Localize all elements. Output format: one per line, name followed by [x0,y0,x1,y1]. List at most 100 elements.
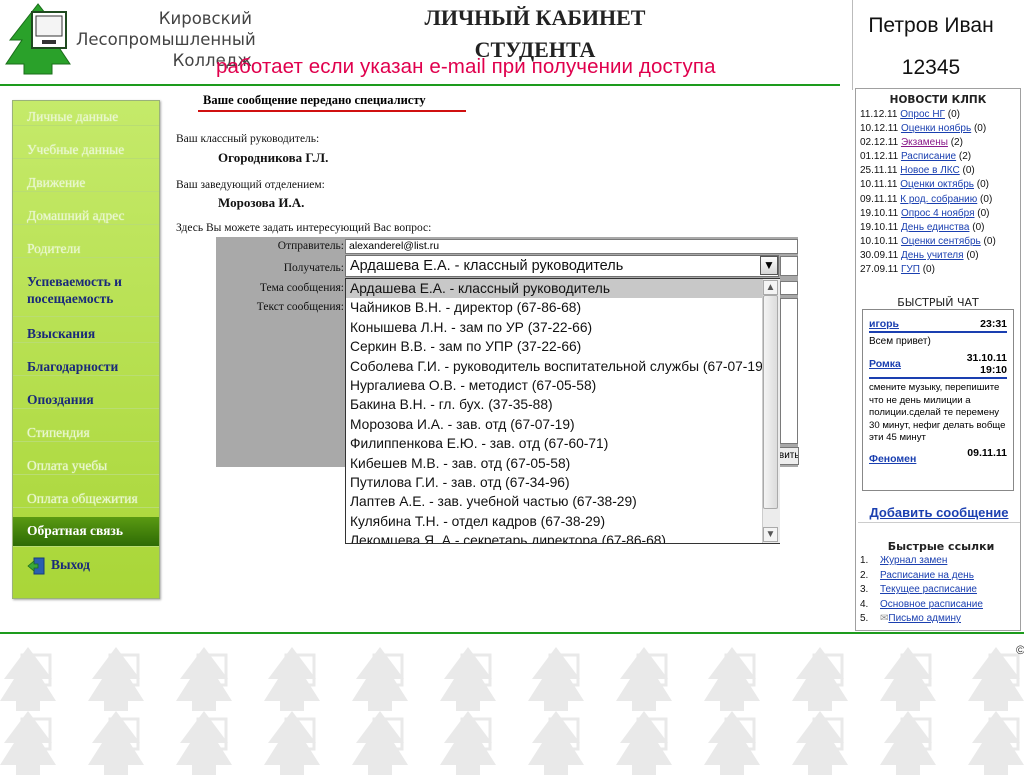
chat-author[interactable]: Феномен [869,453,916,465]
chevron-down-icon[interactable]: ▼ [760,256,778,275]
recipient-select[interactable]: Ардашева Е.А. - классный руководитель [345,255,779,277]
sidebar-item-parents[interactable]: Родители [13,240,159,258]
watermark-tree-icon [616,647,672,711]
sidebar-item-lateness[interactable]: Опоздания [13,391,159,409]
news-link[interactable]: Оценки ноябрь [901,123,971,134]
news-link[interactable]: Опрос 4 ноября [901,208,975,219]
watermark-tree-icon [792,711,848,775]
header-divider [0,84,840,86]
dropdown-option[interactable]: Лекомцева Я. А - секретарь директора (67… [346,531,779,543]
news-title: НОВОСТИ КЛПК [889,94,987,106]
quick-link[interactable]: Письмо админу [888,613,961,624]
chat-author[interactable]: Ромка [869,358,901,370]
news-link[interactable]: К род. собранию [900,194,977,205]
news-item: 19.10.11 День единства (0) [856,221,1020,235]
dropdown-option[interactable]: Лаптев А.Е. - зав. учебной частью (67-38… [346,492,779,511]
chat-title: БЫСТРЫЙ ЧАТ [897,296,979,309]
news-link[interactable]: Оценки октябрь [900,179,974,190]
news-date: 11.12.11 [860,109,898,120]
news-item: 27.09.11 ГУП (0) [856,263,1020,277]
watermark-tree-icon [968,647,1024,711]
sidebar-item-study-data[interactable]: Учебные данные [13,141,159,159]
dropdown-option[interactable]: Филиппенкова Е.Ю. - зав. отд (67-60-71) [346,434,779,453]
news-item: 10.10.11 Оценки сентябрь (0) [856,235,1020,249]
news-count: (0) [976,179,990,191]
sidebar-item-home-address[interactable]: Домашний адрес [13,207,159,225]
news-date: 10.10.11 [860,235,899,247]
watermark-tree-icon [88,711,144,775]
dropdown-option[interactable]: Нургалиева О.В. - методист (67-05-58) [346,376,779,395]
recipient-dropdown-list: Ардашева Е.А. - классный руководитель Ча… [345,278,780,544]
news-link[interactable]: День единства [901,222,969,233]
news-date: 01.12.11 [860,151,899,163]
watermark-tree-icon [528,647,584,711]
sender-field[interactable]: alexanderel@list.ru [345,239,798,254]
news-count: (0) [972,221,985,233]
news-link[interactable]: Опрос НГ [900,109,945,120]
news-link[interactable]: Экзамены [901,137,948,148]
scroll-up-icon[interactable]: ▲ [763,280,778,295]
watermark-tree-icon [176,647,232,711]
watermark-tree-icon [0,711,56,775]
news-link[interactable]: День учителя [901,250,964,261]
dropdown-option[interactable]: Ардашева Е.А. - классный руководитель [346,279,779,299]
news-item: 30.09.11 День учителя (0) [856,249,1020,263]
dropdown-option[interactable]: Соболева Г.И. - руководитель воспитатель… [346,357,779,376]
news-item: 25.11.11 Новое в ЛКС (0) [856,164,1020,178]
chat-separator [869,331,1007,333]
sidebar-item-personal-data[interactable]: Личные данные [13,108,159,126]
news-date: 27.09.11 [860,264,899,276]
news-item: 10.12.11 Оценки ноябрь (0) [856,122,1020,136]
quick-link[interactable]: Журнал замен [880,555,947,566]
watermark-tree-icon [880,647,936,711]
sidebar-item-thanks[interactable]: Благодарности [13,358,159,376]
watermark-tree-icon [792,647,848,711]
news-link[interactable]: Новое в ЛКС [900,165,959,176]
sidebar-item-feedback[interactable]: Обратная связь [13,517,159,547]
chat-datetime: 31.10.11 19:10 [966,352,1007,376]
scrollbar-thumb[interactable] [763,295,778,509]
news-item: 02.12.11 Экзамены (2) [856,136,1020,150]
watermark-tree-icon [0,647,56,711]
quick-link[interactable]: Основное расписание [880,599,983,610]
subject-field[interactable] [780,281,798,295]
sidebar-item-tuition-payment[interactable]: Оплата учебы [13,457,159,475]
news-link[interactable]: Оценки сентябрь [901,236,981,247]
dropdown-option[interactable]: Кулябина Т.Н. - отдел кадров (67-38-29) [346,512,779,531]
sidebar-item-scholarship[interactable]: Стипендия [13,424,159,442]
quick-link[interactable]: Текущее расписание [880,584,977,595]
send-button[interactable]: Отправить [777,447,799,465]
add-message-link[interactable]: Добавить сообщение [856,505,1022,520]
news-list: 11.12.11 Опрос НГ (0) 10.12.11 Оценки ноя… [856,108,1020,277]
recipient-field-edge [780,256,798,276]
dropdown-option[interactable]: Кибешев М.В. - зав. отд (67-05-58) [346,454,779,473]
news-link[interactable]: Расписание [901,151,956,162]
send-button-label: Отправить [778,450,799,461]
dropdown-option[interactable]: Чайников В.Н. - директор (67-86-68) [346,298,779,317]
news-item: 10.11.11 Оценки октябрь (0) [856,178,1020,192]
dropdown-option[interactable]: Конышева Л.Н. - зам по УР (37-22-66) [346,318,779,337]
sidebar-item-dormitory-payment[interactable]: Оплата общежития [13,490,159,508]
dropdown-option[interactable]: Путилова Г.И. - зав. отд (67-34-96) [346,473,779,492]
chat-author[interactable]: игорь [869,318,899,330]
dropdown-option[interactable]: Морозова И.А. - зав. отд (67-07-19) [346,415,779,434]
scroll-down-icon[interactable]: ▼ [763,527,778,542]
sidebar-item-progress-attendance[interactable]: Успеваемость и посещаемость [13,273,159,317]
watermark-tree-icon [264,711,320,775]
quick-link-item: 1. Журнал замен [860,554,1020,569]
news-count: (0) [977,207,990,219]
quick-links-list: 1. Журнал замен 2. Расписание на день 3. Теку… [860,554,1020,627]
news-item: 01.12.11 Расписание (2) [856,150,1020,164]
sidebar-item-movement[interactable]: Движение [13,174,159,192]
sidebar-item-penalties[interactable]: Взыскания [13,325,159,343]
dropdown-option[interactable]: Серкин В.В. - зам по УПР (37-22-66) [346,337,779,356]
quick-link-number: 5. [860,613,869,624]
news-link[interactable]: ГУП [901,264,920,275]
news-item: 11.12.11 Опрос НГ (0) [856,108,1020,122]
message-textarea[interactable] [780,298,798,444]
exit-label: Выход [51,557,90,572]
quick-link[interactable]: Расписание на день [880,570,974,581]
exit-button[interactable]: Выход [13,556,159,575]
chat-message: смените музыку, перепишите что не день м… [869,382,1006,443]
dropdown-option[interactable]: Бакина В.Н. - гл. бух. (37-35-88) [346,395,779,414]
